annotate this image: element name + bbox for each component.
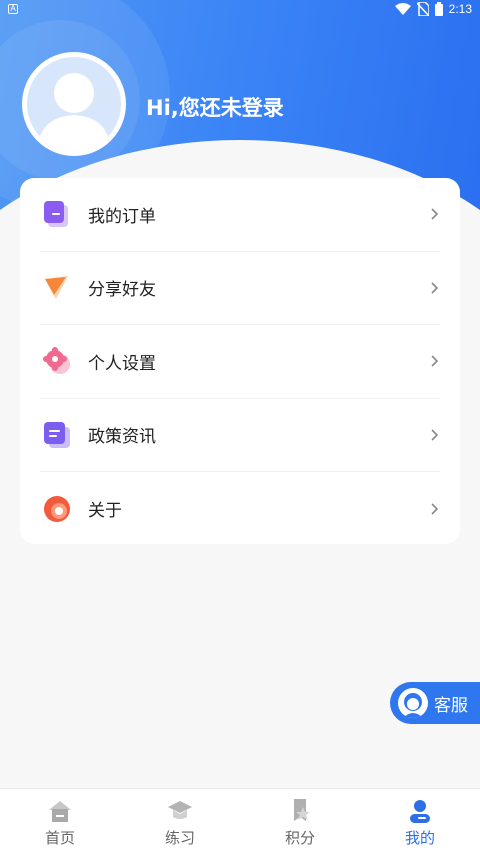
menu-item-label: 关于 xyxy=(88,501,122,522)
menu-item-news[interactable]: 政策资讯 xyxy=(40,399,440,472)
graduation-cap-icon xyxy=(168,801,192,819)
status-bar: A 2:13 xyxy=(0,0,480,20)
chevron-right-icon xyxy=(431,503,439,515)
no-sim-icon xyxy=(416,2,429,16)
battery-icon xyxy=(434,2,443,16)
avatar[interactable] xyxy=(22,52,126,156)
tab-label: 积分 xyxy=(284,829,315,847)
tab-practice[interactable]: 练习 xyxy=(120,789,240,852)
chevron-right-icon xyxy=(431,208,439,220)
tab-bar: 首页 练习 积分 我的 xyxy=(0,788,480,852)
wifi-icon xyxy=(394,3,411,15)
tab-points[interactable]: 积分 xyxy=(240,789,360,852)
home-icon xyxy=(49,801,71,822)
menu-item-label: 政策资讯 xyxy=(88,427,156,448)
user-icon xyxy=(410,800,430,823)
login-prompt[interactable]: Hi,您还未登录 xyxy=(146,92,284,122)
tab-label: 练习 xyxy=(164,829,195,847)
status-time: 2:13 xyxy=(448,2,472,16)
menu-item-label: 我的订单 xyxy=(88,206,156,227)
menu-card: 我的订单 分享好友 个人设置 政策资讯 关于 xyxy=(20,178,460,544)
menu-item-about[interactable]: 关于 xyxy=(40,472,440,546)
notification-a-icon: A xyxy=(8,4,18,14)
customer-service-label: 客服 xyxy=(434,695,468,716)
menu-item-label: 分享好友 xyxy=(88,280,156,301)
chevron-right-icon xyxy=(431,429,439,441)
chevron-right-icon xyxy=(431,355,439,367)
about-icon xyxy=(42,494,72,524)
customer-service-button[interactable]: 客服 xyxy=(390,682,480,724)
tab-mine[interactable]: 我的 xyxy=(360,789,480,852)
star-badge-icon xyxy=(294,799,310,821)
chevron-right-icon xyxy=(431,282,439,294)
menu-item-label: 个人设置 xyxy=(88,353,156,374)
menu-item-orders[interactable]: 我的订单 xyxy=(40,178,440,252)
default-avatar-icon xyxy=(37,73,111,151)
news-icon xyxy=(42,420,72,450)
customer-service-agent-icon xyxy=(398,688,428,718)
menu-item-share[interactable]: 分享好友 xyxy=(40,252,440,325)
share-icon xyxy=(42,273,72,303)
order-icon xyxy=(42,199,72,229)
tab-home[interactable]: 首页 xyxy=(0,789,120,852)
menu-item-settings[interactable]: 个人设置 xyxy=(40,325,440,399)
tab-label: 我的 xyxy=(404,829,435,847)
settings-icon xyxy=(42,346,72,376)
tab-label: 首页 xyxy=(44,829,75,847)
